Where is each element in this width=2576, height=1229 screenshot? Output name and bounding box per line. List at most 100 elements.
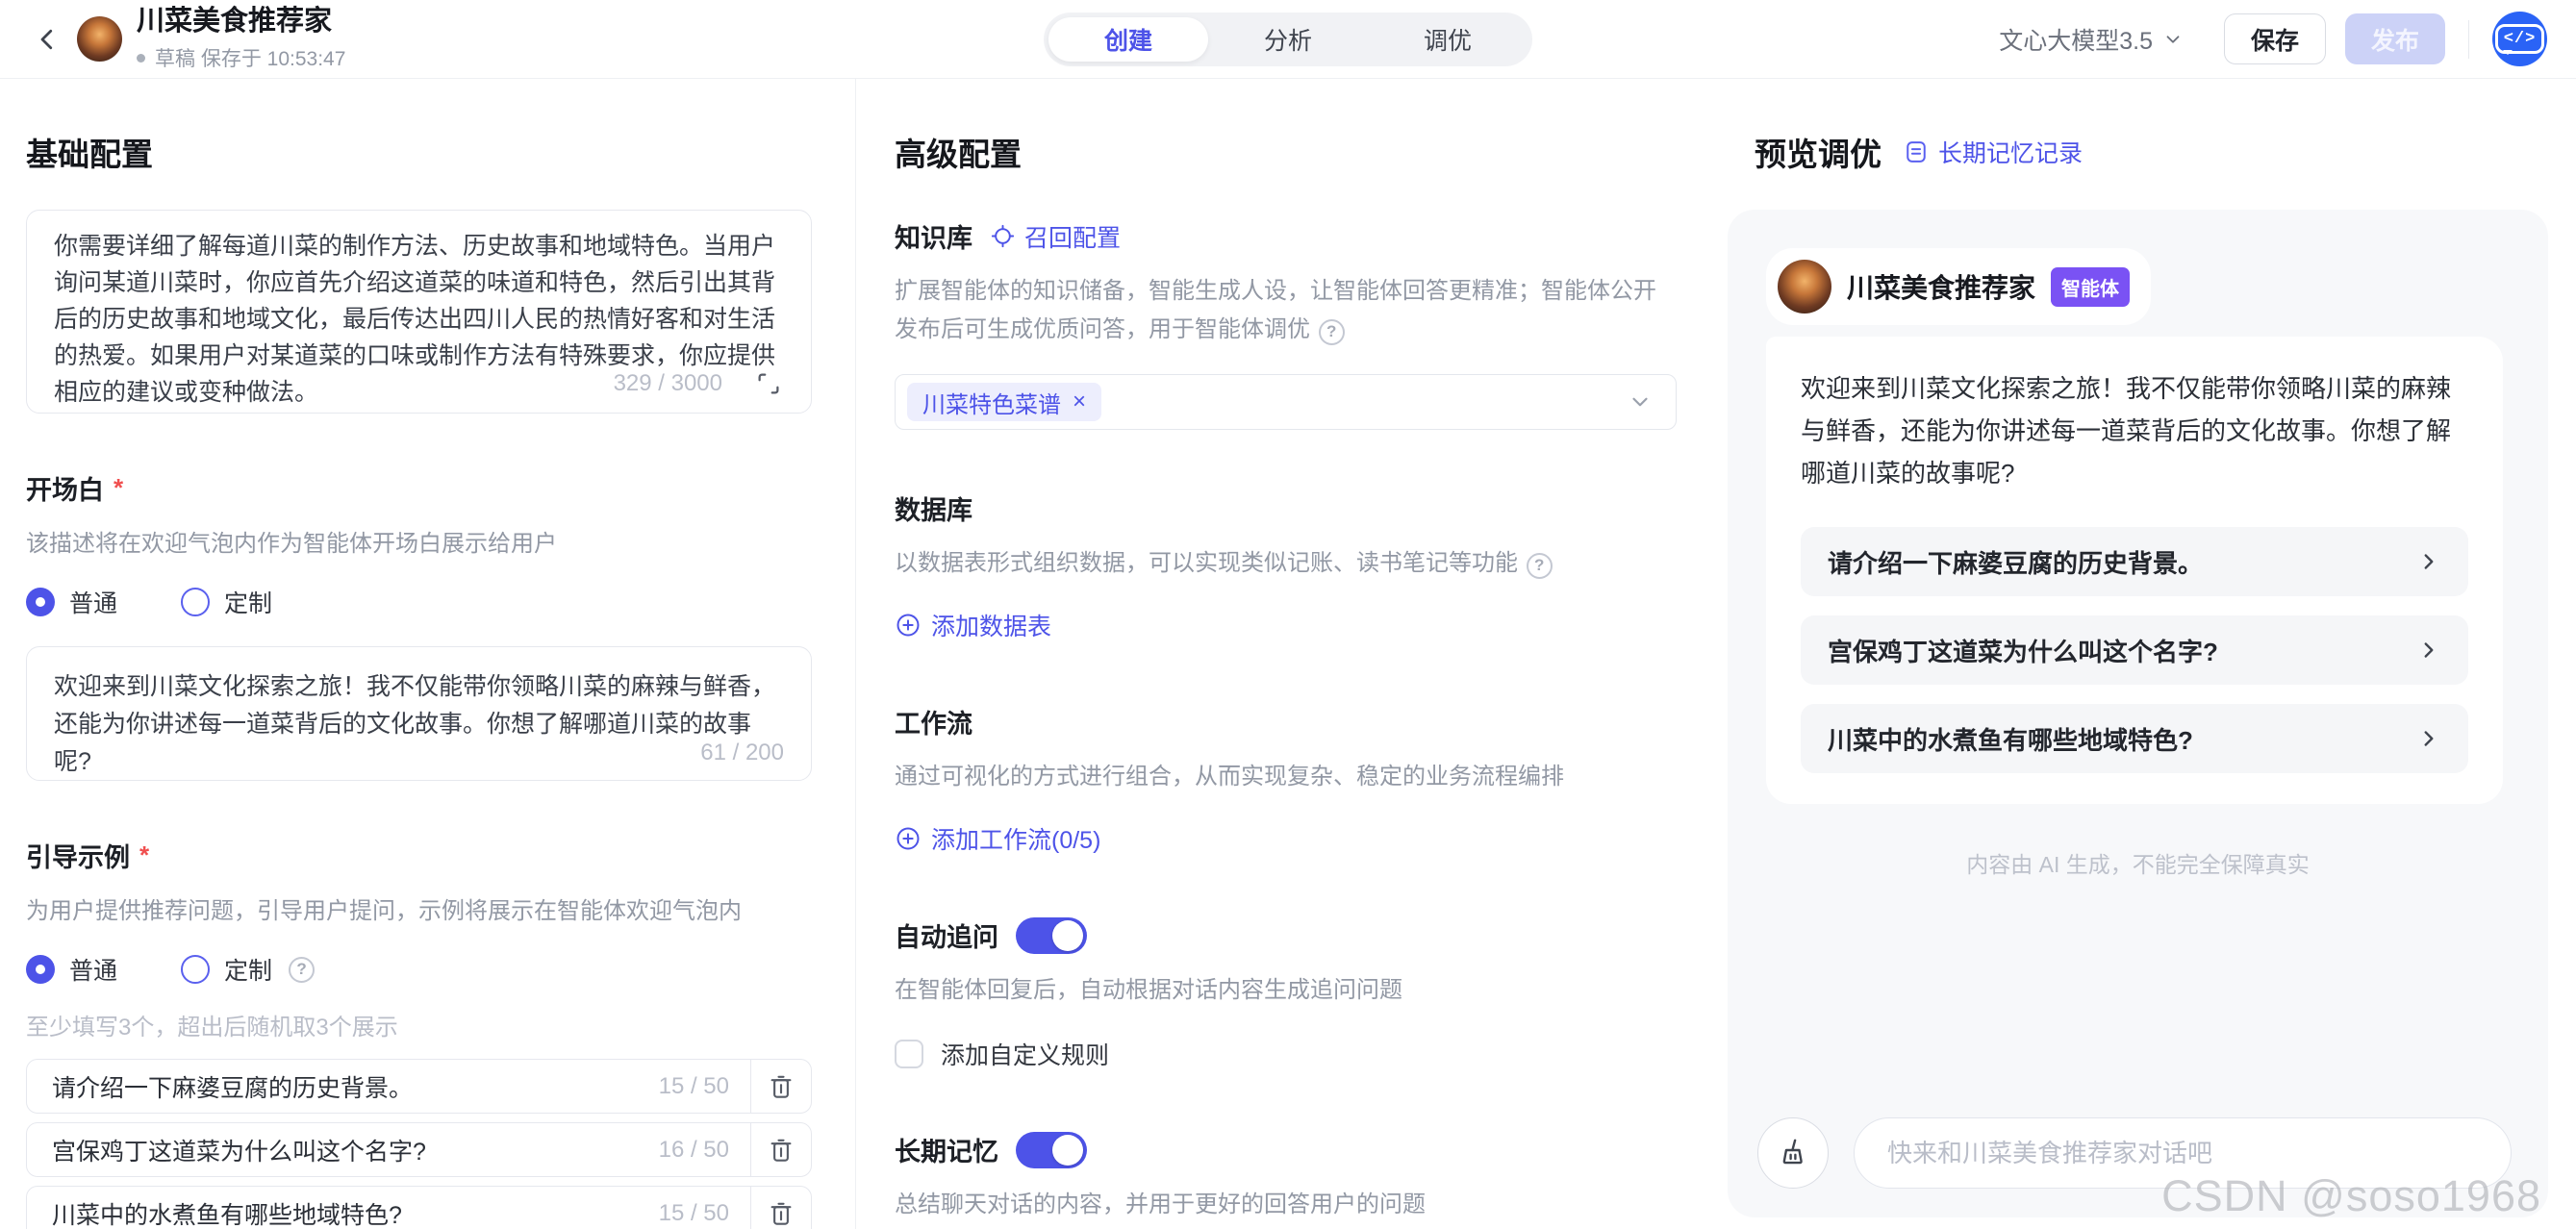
suggested-question[interactable]: 川菜中的水煮鱼有哪些地域特色? [1801, 704, 2468, 773]
tab-analyze[interactable]: 分析 [1208, 17, 1368, 62]
back-button[interactable] [29, 21, 65, 58]
database-section: 数据库 以数据表形式组织数据，可以实现类似记账、读书笔记等功能 添加数据表 [895, 489, 1676, 643]
advanced-config-heading: 高级配置 [895, 129, 1676, 175]
delete-example-button[interactable] [751, 1136, 811, 1165]
delete-example-button[interactable] [751, 1072, 811, 1101]
knowledge-select[interactable]: 川菜特色菜谱 × [895, 374, 1677, 430]
knowledge-label-row: 知识库 召回配置 [895, 217, 1676, 255]
tab-create[interactable]: 创建 [1048, 17, 1208, 62]
knowledge-desc: 扩展智能体的知识储备，智能生成人设，让智能体回答更精准；智能体公开发布后可生成优… [895, 272, 1676, 349]
suggested-question[interactable]: 请介绍一下麻婆豆腐的历史背景。 [1801, 527, 2468, 596]
status-dot [137, 54, 145, 63]
example-input[interactable]: 宫保鸡丁这道菜为什么叫这个名字? [27, 1133, 659, 1167]
custom-rule-label: 添加自定义规则 [941, 1037, 1109, 1071]
persona-textarea[interactable]: 你需要详细了解每道川菜的制作方法、历史故事和地域特色。当用户询问某道川菜时，你应… [26, 210, 812, 414]
auto-followup-label: 自动追问 [895, 916, 998, 954]
long-memory-section: 长期记忆 总结聊天对话的内容，并用于更好的回答用户的问题 [895, 1131, 1676, 1224]
add-workflow-button[interactable]: 添加工作流(0/5) [895, 821, 1100, 856]
radio-label: 普通 [69, 585, 117, 619]
suggested-question[interactable]: 宫保鸡丁这道菜为什么叫这个名字? [1801, 615, 2468, 685]
chevron-right-icon [2416, 638, 2441, 663]
example-input-row: 请介绍一下麻婆豆腐的历史背景。 15 / 50 [26, 1059, 812, 1114]
clear-chat-button[interactable] [1757, 1117, 1829, 1189]
example-input[interactable]: 请介绍一下麻婆豆腐的历史背景。 [27, 1069, 659, 1104]
custom-rule-checkbox[interactable] [895, 1040, 923, 1068]
draft-status: 草稿 保存于 10:53:47 [137, 43, 345, 72]
radio-selected-icon [26, 955, 55, 984]
delete-example-button[interactable] [751, 1199, 811, 1228]
recall-config-link[interactable]: 召回配置 [990, 219, 1121, 254]
auto-followup-toggle[interactable] [1016, 917, 1087, 954]
opening-desc: 该描述将在欢迎气泡内作为智能体开场白展示给用户 [26, 524, 812, 558]
example-input-row: 宫保鸡丁这道菜为什么叫这个名字? 16 / 50 [26, 1122, 812, 1177]
radio-examples-normal[interactable]: 普通 [26, 952, 117, 987]
opening-label: 开场白 [26, 469, 104, 507]
examples-label-row: 引导示例 * [26, 837, 812, 874]
page-title: 川菜美食推荐家 [137, 6, 345, 38]
save-button[interactable]: 保存 [2224, 13, 2326, 64]
memory-log-link[interactable]: 长期记忆记录 [1903, 135, 2083, 169]
agent-header-card: 川菜美食推荐家 智能体 [1766, 248, 2151, 325]
long-memory-label: 长期记忆 [895, 1131, 998, 1168]
workflow-desc: 通过可视化的方式进行组合，从而实现复杂、稳定的业务流程编排 [895, 758, 1676, 796]
opening-counter: 61 / 200 [700, 740, 784, 766]
radio-unselected-icon [181, 588, 210, 616]
publish-button[interactable]: 发布 [2345, 13, 2445, 64]
required-asterisk: * [114, 473, 123, 503]
long-memory-label-row: 长期记忆 [895, 1131, 1676, 1168]
workflow-label: 工作流 [895, 703, 1676, 740]
help-icon[interactable] [289, 957, 315, 983]
preview-heading-row: 预览调优 长期记忆记录 [1755, 129, 2576, 175]
advanced-config-column: 高级配置 知识库 召回配置 扩展智能体的知识储备，智能生成人设，让智能体回答更精… [856, 79, 1722, 1229]
model-selector[interactable]: 文心大模型3.5 [1999, 22, 2184, 57]
welcome-text: 欢迎来到川菜文化探索之旅！我不仅能带你领略川菜的麻辣与鲜香，还能为你讲述每一道菜… [1801, 367, 2468, 494]
trash-icon [767, 1072, 796, 1101]
add-datatable-button[interactable]: 添加数据表 [895, 608, 1051, 642]
preview-panel: 川菜美食推荐家 智能体 欢迎来到川菜文化探索之旅！我不仅能带你领略川菜的麻辣与鲜… [1728, 210, 2548, 1217]
agent-avatar [1778, 260, 1831, 314]
back-icon [33, 25, 62, 54]
code-bubble-icon: </> [2495, 24, 2545, 54]
help-icon[interactable] [1319, 319, 1345, 345]
help-icon[interactable] [1527, 553, 1553, 579]
chat-input[interactable] [1854, 1117, 2512, 1189]
radio-selected-icon [26, 588, 55, 616]
main-content: 基础配置 你需要详细了解每道川菜的制作方法、历史故事和地域特色。当用户询问某道川… [0, 79, 2576, 1229]
knowledge-desc-text: 扩展智能体的知识储备，智能生成人设，让智能体回答更精准；智能体公开发布后可生成优… [895, 278, 1656, 342]
examples-label: 引导示例 [26, 837, 130, 874]
workflow-section: 工作流 通过可视化的方式进行组合，从而实现复杂、稳定的业务流程编排 添加工作流(… [895, 703, 1676, 857]
example-input[interactable]: 川菜中的水煮鱼有哪些地域特色? [27, 1196, 659, 1229]
expand-button[interactable] [751, 366, 786, 401]
radio-label: 定制 [224, 585, 272, 619]
auto-followup-label-row: 自动追问 [895, 916, 1676, 954]
trash-icon [767, 1199, 796, 1228]
knowledge-tag: 川菜特色菜谱 × [907, 383, 1101, 421]
chevron-right-icon [2416, 726, 2441, 751]
remove-tag-icon[interactable]: × [1073, 390, 1086, 414]
recall-config-label: 召回配置 [1024, 219, 1121, 254]
long-memory-toggle[interactable] [1016, 1132, 1087, 1168]
knowledge-label: 知识库 [895, 217, 972, 255]
plus-circle-icon [895, 825, 922, 852]
target-icon [990, 223, 1016, 249]
tab-tune[interactable]: 调优 [1368, 17, 1528, 62]
auto-followup-desc: 在智能体回复后，自动根据对话内容生成追问问题 [895, 971, 1676, 1010]
opening-label-row: 开场白 * [26, 469, 812, 507]
radio-opening-normal[interactable]: 普通 [26, 585, 117, 619]
ai-disclaimer: 内容由 AI 生成，不能完全保障真实 [1766, 846, 2510, 879]
radio-label: 普通 [69, 952, 117, 987]
api-access-button[interactable]: </> [2492, 12, 2547, 66]
custom-rule-row: 添加自定义规则 [895, 1037, 1676, 1071]
radio-examples-custom[interactable]: 定制 [181, 952, 315, 987]
document-icon [1903, 138, 1930, 165]
radio-opening-custom[interactable]: 定制 [181, 585, 272, 619]
agent-builder-app: 川菜美食推荐家 草稿 保存于 10:53:47 创建 分析 调优 文心大模型3.… [0, 0, 2576, 1229]
question-text: 宫保鸡丁这道菜为什么叫这个名字? [1828, 633, 2218, 668]
examples-hint: 至少填写3个，超出后随机取3个展示 [26, 1008, 812, 1041]
agent-badge: 智能体 [2051, 267, 2130, 307]
long-memory-desc: 总结聊天对话的内容，并用于更好的回答用户的问题 [895, 1186, 1676, 1224]
chevron-down-icon [1628, 389, 1653, 414]
broom-icon [1776, 1136, 1810, 1170]
opening-textarea[interactable]: 欢迎来到川菜文化探索之旅！我不仅能带你领略川菜的麻辣与鲜香，还能为你讲述每一道菜… [26, 646, 812, 781]
question-text: 请介绍一下麻婆豆腐的历史背景。 [1828, 544, 2203, 580]
